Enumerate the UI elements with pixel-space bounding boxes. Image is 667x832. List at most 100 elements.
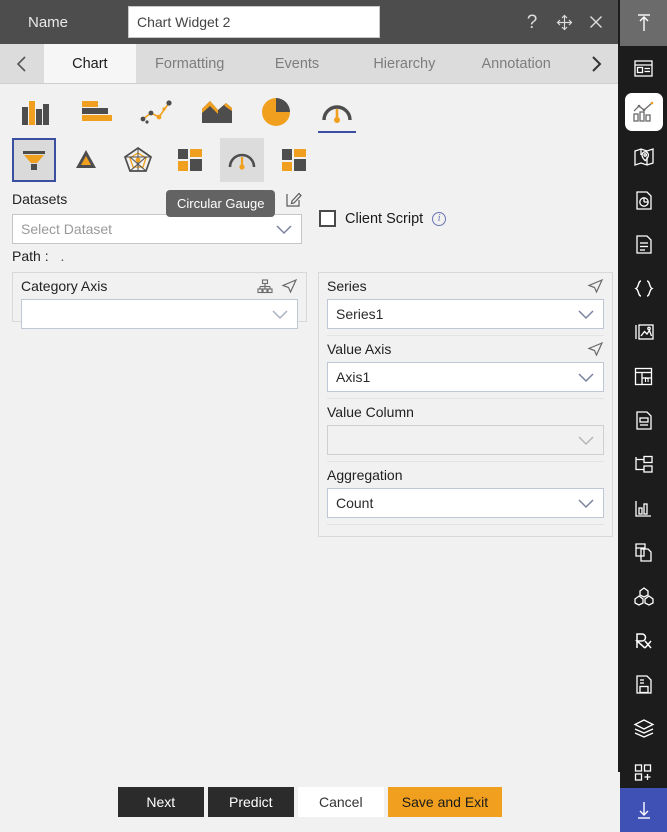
tab-label: Events [274,55,320,72]
move-icon[interactable] [554,11,574,33]
series-field: Series Series1 [319,273,612,336]
config-panels: Category Axis Series Series1 Value Axis … [0,268,618,832]
tab-hierarchy[interactable]: Hierarchy [350,44,458,83]
chart-type-row-2 [8,136,618,184]
tab-next-arrow[interactable] [574,44,618,83]
sidebar-item-image-gallery[interactable] [620,310,667,354]
series-panel: Series Series1 Value Axis Axis1 Value Co… [318,272,613,537]
dataset-placeholder: Select Dataset [21,221,113,237]
tab-chart[interactable]: Chart [43,44,136,83]
sidebar-item-saved-document[interactable] [620,662,667,706]
series-label: Series [327,278,367,294]
value-axis-select[interactable]: Axis1 [327,362,604,392]
next-button[interactable]: Next [117,787,204,817]
category-axis-header: Category Axis [21,273,298,297]
pyramid-chart-icon[interactable] [64,138,108,182]
window-controls: ? [522,0,606,44]
download-icon[interactable] [620,788,667,832]
funnel-chart-icon[interactable] [12,138,56,182]
sidebar-item-table-layout[interactable] [620,354,667,398]
tab-annotation[interactable]: Annotation [458,44,574,83]
sidebar-items [620,46,667,794]
chevron-down-icon [577,309,595,320]
value-column-header: Value Column [327,399,604,423]
radar-chart-icon[interactable] [116,138,160,182]
main-panel: Name ? [0,0,620,832]
name-label: Name [28,13,69,31]
value-axis-header: Value Axis [327,336,604,360]
sidebar-item-copy-page[interactable] [620,530,667,574]
collapse-up-icon[interactable] [620,0,667,46]
value-column-label: Value Column [327,404,414,420]
sidebar-item-document[interactable] [620,222,667,266]
sidebar-item-prescription[interactable] [620,618,667,662]
category-axis-label: Category Axis [21,278,108,294]
tab-label: Formatting [155,55,225,72]
help-icon[interactable]: ? [522,11,542,33]
scatter-line-chart-icon[interactable] [134,92,180,132]
client-script-row: Client Script i [319,210,447,227]
client-script-label: Client Script [345,210,424,227]
tab-events[interactable]: Events [244,44,351,83]
pie-chart-icon[interactable] [254,92,300,132]
sidebar-item-form-document[interactable] [620,398,667,442]
sidebar-item-analytics[interactable] [620,486,667,530]
sidebar-item-widget-panel[interactable] [620,46,667,90]
chevron-down-icon [577,498,595,509]
sidebar-item-layers[interactable] [620,706,667,750]
client-script-checkbox[interactable] [319,210,336,227]
category-axis-select[interactable] [21,299,298,329]
aggregation-label: Aggregation [327,467,403,483]
sidebar-item-report-pie[interactable] [620,178,667,222]
navigate-icon[interactable] [587,278,604,294]
title-bar: Name ? [0,0,618,44]
sidebar-item-tree-structure[interactable] [620,442,667,486]
footer-actions: Next Predict Cancel Save and Exit [0,772,620,832]
edit-icon[interactable] [285,191,302,208]
value-axis-label: Value Axis [327,341,392,357]
circular-gauge-icon[interactable] [220,138,264,182]
aggregation-select[interactable]: Count [327,488,604,518]
save-and-exit-button[interactable]: Save and Exit [387,787,503,817]
chevron-down-icon [275,224,293,235]
right-sidebar [620,0,667,832]
hierarchy-icon[interactable] [257,278,273,294]
aggregation-value: Count [336,495,374,511]
dataset-select[interactable]: Select Dataset [12,214,302,244]
bar-chart-icon[interactable] [74,92,120,132]
chevron-down-icon [577,372,595,383]
sidebar-item-map[interactable] [620,134,667,178]
value-column-field: Value Column [319,399,612,462]
column-chart-icon[interactable] [14,92,60,132]
chevron-down-icon [271,309,289,320]
series-header: Series [327,273,604,297]
sidebar-item-json-braces[interactable] [620,266,667,310]
area-chart-icon[interactable] [194,92,240,132]
info-icon[interactable]: i [432,211,447,226]
divider [327,524,604,525]
value-axis-field: Value Axis Axis1 [319,336,612,399]
sidebar-item-cube-group[interactable] [620,574,667,618]
treemap-chart-icon[interactable] [168,138,212,182]
series-value: Series1 [336,306,384,322]
close-icon[interactable] [586,11,606,33]
path-row: Path : . [12,248,618,264]
cancel-button[interactable]: Cancel [297,787,384,817]
predict-button[interactable]: Predict [207,787,294,817]
category-axis-field: Category Axis [13,273,306,329]
tab-prev-arrow[interactable] [0,44,44,83]
value-column-select[interactable] [327,425,604,455]
sidebar-item-chart[interactable] [620,90,667,134]
chart-type-picker [0,84,618,184]
tile-chart-icon[interactable] [272,138,316,182]
navigate-icon[interactable] [587,341,604,357]
chart-type-tooltip: Circular Gauge [166,190,276,217]
series-select[interactable]: Series1 [327,299,604,329]
gauge-chart-icon[interactable] [314,92,360,133]
navigate-icon[interactable] [281,278,298,294]
tab-label: Chart [72,55,108,72]
tab-formatting[interactable]: Formatting [136,44,244,83]
chart-widget-dialog: Name ? [0,0,667,832]
datasets-label: Datasets [12,191,68,207]
widget-name-input[interactable] [128,6,380,38]
